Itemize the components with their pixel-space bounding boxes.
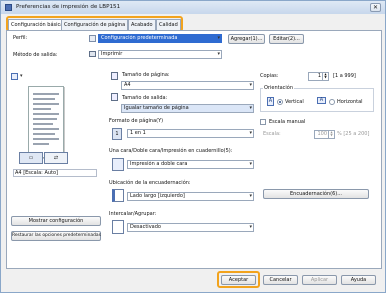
tab-quality[interactable]: Calidad xyxy=(156,19,181,30)
printer-icon xyxy=(89,51,96,57)
duplex-value: Impresión a doble cara xyxy=(130,161,188,167)
scale-stepper[interactable]: 100 ▲ ▼ xyxy=(314,130,335,139)
tab-finishing[interactable]: Acabado xyxy=(128,19,156,30)
duplex-icon xyxy=(112,158,124,171)
scale-value: 100 xyxy=(317,131,327,137)
horizontal-radio[interactable] xyxy=(329,99,335,105)
settings-view-button[interactable]: ⇄ xyxy=(44,152,68,164)
page-preview-thumbnail xyxy=(28,86,64,158)
copies-label: Copias: xyxy=(260,73,279,79)
preview-caption: A4 [Escala: Auto] xyxy=(13,169,97,177)
stepper-arrows-icon[interactable]: ▲ ▼ xyxy=(328,131,334,138)
title-bar: Preferencias de impresión de LBP151 ✕ xyxy=(1,1,385,14)
collate-label: Intercalar/Agrupar: xyxy=(109,211,157,217)
page-size-icon xyxy=(111,72,118,80)
chevron-down-icon: ▾ xyxy=(249,193,252,199)
tab-page-setup[interactable]: Configuración de página xyxy=(61,19,129,30)
horizontal-label: Horizontal xyxy=(337,99,363,105)
add-profile-button[interactable]: Agregar(1)... xyxy=(228,34,265,44)
output-method-value: Imprimir xyxy=(101,51,123,57)
portrait-icon: A xyxy=(267,97,274,106)
binding-icon xyxy=(112,189,124,202)
help-button[interactable]: Ayuda xyxy=(341,275,376,285)
duplex-label: Una cara/Doble cara/Impresión en cuadern… xyxy=(109,148,233,154)
profile-label: Perfil: xyxy=(13,35,28,41)
landscape-icon: A xyxy=(317,97,326,104)
profile-select[interactable]: Configuración predeterminada ▾ xyxy=(98,34,222,43)
chevron-down-icon: ▾ xyxy=(249,224,252,230)
manual-scale-label: Escala manual xyxy=(269,119,306,125)
close-button[interactable]: ✕ xyxy=(370,3,381,12)
page-size-value: A4 xyxy=(124,82,131,88)
binding-location-label: Ubicación de la encuadernación: xyxy=(109,180,191,186)
scale-range: % [25 a 200] xyxy=(337,131,370,137)
copies-value: 1 xyxy=(317,73,321,79)
chevron-down-icon: ▾ xyxy=(249,130,252,136)
chevron-down-icon: ▾ xyxy=(249,82,252,88)
profile-icon xyxy=(89,35,96,42)
binding-location-value: Lado largo [izquierdo] xyxy=(130,193,185,199)
output-method-select[interactable]: Imprimir ▾ xyxy=(98,50,222,59)
copies-stepper[interactable]: 1 ▲ ▼ xyxy=(308,72,329,81)
page-layout-label: Formato de página(Y) xyxy=(109,118,164,124)
scale-label: Escala: xyxy=(263,131,281,137)
cancel-button[interactable]: Cancelar xyxy=(263,275,298,285)
collate-select[interactable]: Desactivado ▾ xyxy=(127,223,254,232)
page-layout-value: 1 en 1 xyxy=(130,130,146,136)
print-preferences-window: Preferencias de impresión de LBP151 ✕ Co… xyxy=(0,0,386,293)
page-layout-select[interactable]: 1 en 1 ▾ xyxy=(127,129,254,138)
duplex-select[interactable]: Impresión a doble cara ▾ xyxy=(127,160,254,169)
output-size-value: Igualar tamaño de página xyxy=(124,105,189,111)
preview-mode-icon[interactable] xyxy=(11,73,18,80)
orientation-label: Orientación xyxy=(263,85,295,91)
vertical-label: Vertical xyxy=(285,99,304,105)
output-method-label: Método de salida: xyxy=(13,52,58,58)
output-size-icon xyxy=(111,93,118,101)
layout-icon: 1 xyxy=(112,128,122,140)
window-title: Preferencias de impresión de LBP151 xyxy=(16,4,121,10)
chevron-down-icon: ▾ xyxy=(249,105,252,111)
stepper-arrows-icon[interactable]: ▲ ▼ xyxy=(322,73,328,80)
page-size-select[interactable]: A4 ▾ xyxy=(121,81,254,90)
chevron-down-icon: ▾ xyxy=(249,161,252,167)
collate-value: Desactivado xyxy=(130,224,161,230)
output-size-label: Tamaño de salida: xyxy=(122,95,168,101)
show-settings-button[interactable]: Mostrar configuración xyxy=(11,216,101,226)
vertical-radio[interactable] xyxy=(277,99,283,105)
chevron-down-icon: ▾ xyxy=(217,51,220,57)
printer-app-icon xyxy=(5,4,12,11)
restore-defaults-button[interactable]: Restaurar las opciones predeterminadas xyxy=(11,231,101,241)
printer-view-button[interactable]: ▭ xyxy=(19,152,43,164)
page-size-label: Tamaño de página: xyxy=(122,72,170,78)
chevron-down-icon: ▾ xyxy=(217,35,220,41)
copies-range: [1 a 999] xyxy=(333,73,356,79)
edit-profile-button[interactable]: Editar(2)... xyxy=(269,34,304,44)
collate-icon xyxy=(112,220,124,234)
manual-scale-checkbox[interactable] xyxy=(260,119,266,125)
binding-button[interactable]: Encuadernación(6)... xyxy=(263,189,369,199)
apply-button[interactable]: Aplicar xyxy=(302,275,337,285)
chevron-down-icon[interactable]: ▾ xyxy=(20,73,25,80)
profile-value: Configuración predeterminada xyxy=(101,35,178,41)
binding-location-select[interactable]: Lado largo [izquierdo] ▾ xyxy=(127,192,254,201)
ok-button[interactable]: Aceptar xyxy=(221,275,256,285)
output-size-select[interactable]: Igualar tamaño de página ▾ xyxy=(121,104,254,113)
